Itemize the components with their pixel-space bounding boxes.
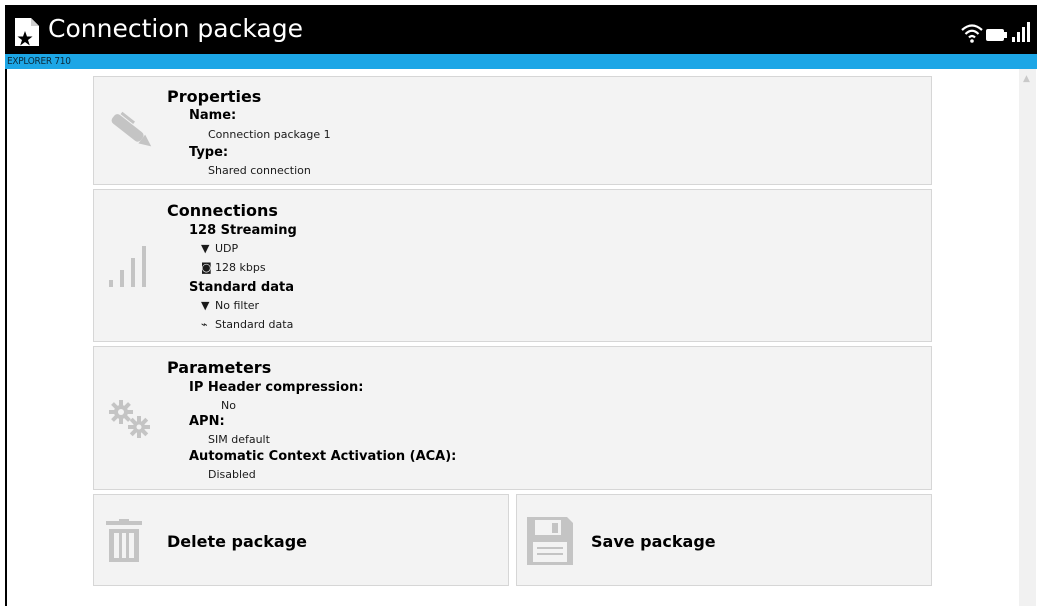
connection-rate-text: 128 kbps xyxy=(215,261,266,274)
connection-rate: ⌁ Standard data xyxy=(201,318,293,331)
filter-funnel-icon: ▼ xyxy=(201,299,210,312)
scrollbar[interactable]: ▲ xyxy=(1019,69,1036,606)
filter-funnel-icon: ▼ xyxy=(201,242,210,255)
connections-title: Connections xyxy=(167,201,278,220)
app-document-star-icon xyxy=(15,18,39,46)
window-title: Connection package xyxy=(48,14,303,43)
ip-header-label: IP Header compression: xyxy=(189,380,364,395)
connection-rate: ◙ 128 kbps xyxy=(201,261,266,274)
delete-package-button[interactable]: Delete package xyxy=(93,494,509,586)
device-bar: EXPLORER 710 xyxy=(5,54,1037,69)
name-value: Connection package 1 xyxy=(208,128,331,141)
name-label: Name: xyxy=(189,108,237,123)
connection-name: Standard data xyxy=(189,280,294,295)
connection-filter-text: No filter xyxy=(215,299,260,312)
speed-gauge-icon: ◙ xyxy=(201,261,212,274)
connections-card[interactable]: Connections 128 Streaming ▼ UDP ◙ 128 kbps… xyxy=(93,189,932,342)
connection-filter: ▼ No filter xyxy=(201,299,259,312)
wifi-icon xyxy=(961,24,983,43)
parameters-card[interactable]: Parameters IP Header compression: No APN… xyxy=(93,346,932,490)
connection-filter: ▼ UDP xyxy=(201,242,238,255)
apn-label: APN: xyxy=(189,414,225,429)
parameters-title: Parameters xyxy=(167,358,272,377)
pen-icon xyxy=(111,111,152,147)
standard-data-icon: ⌁ xyxy=(201,318,208,331)
delete-package-label: Delete package xyxy=(167,532,308,551)
trash-icon xyxy=(106,519,142,562)
signal-icon xyxy=(1012,22,1030,42)
type-value: Shared connection xyxy=(208,164,311,177)
signal-bars-icon xyxy=(109,246,146,287)
connection-name: 128 Streaming xyxy=(189,223,297,238)
apn-value: SIM default xyxy=(208,433,270,446)
battery-icon xyxy=(986,29,1007,41)
title-bar: Connection package xyxy=(5,5,1037,54)
aca-value: Disabled xyxy=(208,468,256,481)
save-floppy-icon xyxy=(527,517,573,565)
ip-header-value: No xyxy=(221,399,236,412)
properties-card[interactable]: Properties Name: Connection package 1 Ty… xyxy=(93,76,932,185)
connection-rate-text: Standard data xyxy=(215,318,294,331)
scroll-up-arrow-icon[interactable]: ▲ xyxy=(1023,75,1030,84)
connection-filter-text: UDP xyxy=(215,242,239,255)
gears-icon xyxy=(109,400,150,438)
type-label: Type: xyxy=(189,145,229,160)
save-package-button[interactable]: Save package xyxy=(516,494,932,586)
device-name: EXPLORER 710 xyxy=(7,56,71,67)
save-package-label: Save package xyxy=(591,532,716,551)
aca-label: Automatic Context Activation (ACA): xyxy=(189,449,457,464)
properties-title: Properties xyxy=(167,87,262,106)
status-icons xyxy=(961,17,1031,43)
